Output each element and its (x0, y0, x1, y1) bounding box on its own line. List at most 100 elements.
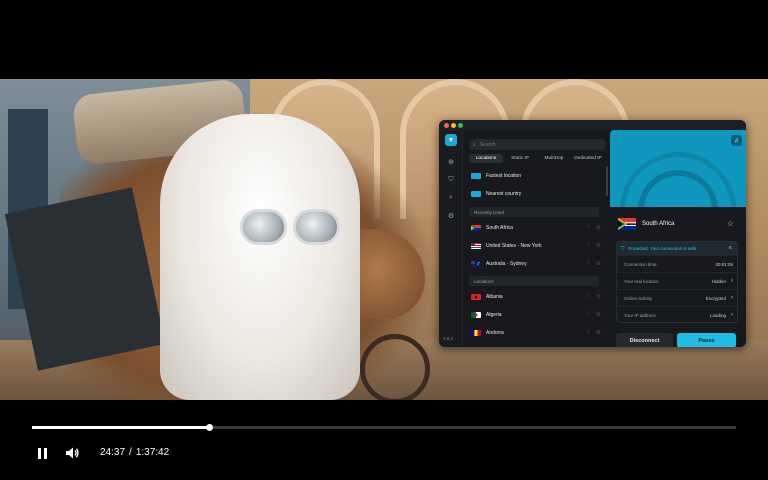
pause-icon[interactable] (34, 445, 50, 461)
status-row-value: Encrypted (705, 295, 726, 301)
time-separator: / (129, 447, 132, 458)
list-item[interactable]: Algeria ◌ ☆ (469, 307, 605, 322)
vpn-app-window: ▼ ⊕ ⛉ ⌕ ⚙ 4.8.2 ⌕ Locations Static IP Mu… (439, 120, 746, 347)
tab-multihop[interactable]: MultiHop (537, 154, 571, 163)
connection-status-card: ⛉ Protected. Your connection is safe ˄ C… (616, 241, 738, 323)
status-row-label: Connection time (624, 261, 657, 267)
shield-icon[interactable]: ◌ (587, 224, 591, 231)
shield-check-icon: ⛉ (621, 246, 625, 251)
close-window-button[interactable] (444, 123, 449, 128)
favorite-star-icon[interactable]: ☆ (596, 224, 601, 231)
maximize-window-button[interactable] (458, 123, 463, 128)
usa-flag-icon (471, 242, 481, 249)
status-row-value: Hidden (711, 278, 726, 284)
list-item-label: Fastest location (486, 172, 522, 179)
status-row: Connection time 00:01:05 (617, 255, 737, 272)
total-duration: 1:37:42 (135, 447, 170, 458)
window-titlebar[interactable] (439, 120, 746, 130)
list-item-label: Algeria (486, 311, 502, 318)
favorite-star-icon[interactable]: ☆ (596, 242, 601, 249)
connection-panel: ♫ South Africa ☆ ⛉ Protected. Your conne… (610, 130, 746, 347)
status-row[interactable]: Online activity Encrypted › (617, 289, 737, 306)
status-text: Protected. Your connection is safe (628, 246, 697, 251)
favorite-star-icon[interactable]: ☆ (596, 293, 601, 300)
list-item[interactable]: United States - New York ◌ ☆ (469, 238, 605, 253)
algeria-flag-icon (471, 311, 481, 318)
seek-bar-progress (32, 426, 209, 429)
dark-web-monitor-icon[interactable]: ⌕ (446, 193, 456, 203)
search-input[interactable] (479, 141, 590, 148)
list-item-label: Andorra (486, 329, 504, 336)
chevron-right-icon[interactable]: › (731, 295, 733, 301)
quick-connect-nearest[interactable]: Nearest country (469, 186, 605, 201)
shield-icon[interactable]: ◌ (587, 311, 591, 318)
location-tabs: Locations Static IP MultiHop Dedicated I… (469, 154, 605, 163)
goggles (240, 209, 340, 245)
playback-time: 24:37 / 1:37:42 (100, 447, 169, 458)
list-item[interactable]: Australia - Sydney ◌ ☆ (469, 256, 605, 271)
shield-icon[interactable]: ◌ (587, 242, 591, 249)
app-version: 4.8.2 (443, 336, 454, 341)
disconnect-button[interactable]: Disconnect (616, 333, 673, 347)
list-item-label: South Africa (486, 224, 513, 231)
list-scrollbar[interactable] (606, 166, 608, 196)
pin-icon (471, 190, 481, 197)
chevron-up-icon[interactable]: ˄ (728, 246, 732, 252)
shield-icon[interactable]: ◌ (587, 293, 591, 300)
status-row[interactable]: Your IP address Loading › (617, 306, 737, 323)
search-icon: ⌕ (473, 141, 476, 148)
settings-gear-icon[interactable]: ⚙ (446, 211, 456, 221)
volume-icon[interactable] (64, 445, 80, 461)
australia-flag-icon (471, 260, 481, 267)
list-item[interactable]: South Africa ◌ ☆ (469, 220, 605, 235)
south-africa-flag-icon (471, 224, 481, 231)
section-header-recent: Recently Used (469, 207, 599, 217)
status-row-label: Your real location (624, 278, 659, 284)
favorite-star-icon[interactable]: ☆ (596, 311, 601, 318)
app-logo-icon: ▼ (445, 134, 457, 146)
threat-protection-icon[interactable]: ⛉ (446, 175, 456, 185)
chevron-right-icon[interactable]: › (731, 278, 733, 284)
status-header[interactable]: ⛉ Protected. Your connection is safe ˄ (617, 242, 737, 255)
status-row-label: Online activity (624, 295, 653, 301)
favorite-star-icon[interactable]: ☆ (596, 329, 601, 336)
lightning-icon (471, 172, 481, 179)
shield-icon[interactable]: ◌ (587, 260, 591, 267)
status-row-label: Your IP address (624, 312, 656, 318)
seek-bar[interactable] (32, 424, 736, 431)
quick-connect-fastest[interactable]: Fastest location (469, 168, 605, 183)
seek-bar-handle[interactable] (205, 424, 213, 431)
list-item-label: Albania (486, 293, 503, 300)
section-header-locations: Locations (469, 276, 599, 286)
location-list-panel: ⌕ Locations Static IP MultiHop Dedicated… (464, 130, 609, 347)
tab-static-ip[interactable]: Static IP (503, 154, 537, 163)
andorra-flag-icon (471, 329, 481, 336)
list-item-label: Nearest country (486, 190, 522, 197)
tab-dedicated-ip[interactable]: Dedicated IP (571, 154, 605, 163)
list-item[interactable]: Andorra ◌ ☆ (469, 325, 605, 340)
sidebar-rail: ▼ ⊕ ⛉ ⌕ ⚙ 4.8.2 (439, 130, 463, 347)
list-item-label: Australia - Sydney (486, 260, 527, 267)
favorite-star-icon[interactable]: ☆ (727, 219, 734, 228)
list-item[interactable]: Albania ◌ ☆ (469, 289, 605, 304)
favorite-star-icon[interactable]: ☆ (596, 260, 601, 267)
tab-locations[interactable]: Locations (469, 154, 503, 163)
vpn-icon[interactable]: ⊕ (446, 157, 456, 167)
map-ring (620, 152, 736, 207)
connection-map: ♫ (610, 130, 746, 207)
list-item-label: United States - New York (486, 242, 542, 249)
search-box[interactable]: ⌕ (469, 139, 605, 150)
shield-icon[interactable]: ◌ (587, 329, 591, 336)
status-row-value: Loading (709, 312, 726, 318)
minimize-window-button[interactable] (451, 123, 456, 128)
south-africa-flag-icon (618, 218, 636, 230)
status-row-value: 00:01:05 (715, 261, 733, 267)
cart-wheel (360, 334, 430, 400)
albania-flag-icon (471, 293, 481, 300)
status-row[interactable]: Your real location Hidden › (617, 272, 737, 289)
notification-bell-icon[interactable]: ♫ (731, 135, 742, 146)
person-in-white-robes (160, 114, 360, 400)
connected-location: South Africa (618, 218, 674, 230)
pause-button[interactable]: Pause (677, 333, 736, 347)
chevron-right-icon[interactable]: › (731, 312, 733, 318)
